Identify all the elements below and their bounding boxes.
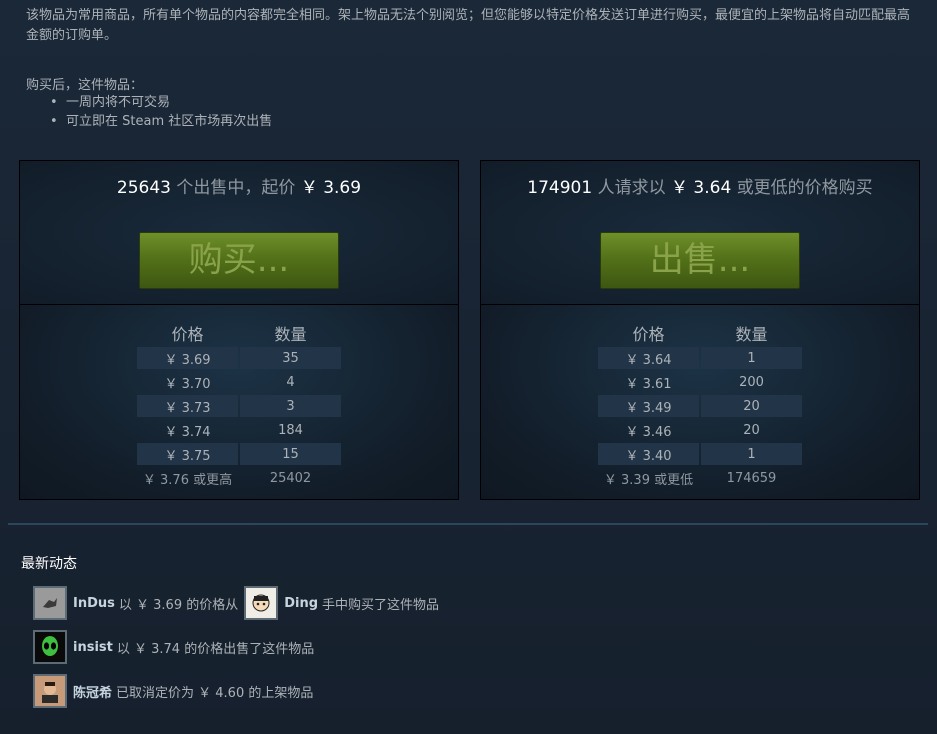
buy-order-book: 价格 数量 ￥ 3.64 1 ￥ 3.61 200 ￥ 3.49 20 ￥ 3.… bbox=[481, 305, 919, 499]
avatar-icon[interactable] bbox=[33, 586, 67, 620]
table-row: ￥ 3.76 或更高 25402 bbox=[137, 467, 341, 489]
table-row: ￥ 3.73 3 bbox=[137, 395, 341, 417]
price-cell: ￥ 3.75 bbox=[137, 443, 238, 465]
price-cell: ￥ 3.74 bbox=[164, 424, 211, 440]
after-purchase-list: 一周内将不可交易 可立即在 Steam 社区市场再次出售 bbox=[50, 93, 272, 131]
buy-panel-header: 174901 人请求以 ￥ 3.64 或更低的价格购买 出售... bbox=[481, 161, 919, 305]
quantity-cell: 15 bbox=[240, 443, 341, 465]
buy-headline-text: 人请求以 bbox=[597, 178, 666, 198]
table-row: ￥ 3.40 1 bbox=[598, 443, 802, 465]
quantity-column-header: 数量 bbox=[735, 325, 768, 344]
activity-username[interactable]: Ding bbox=[284, 596, 318, 611]
table-row: ￥ 3.39 或更低 174659 bbox=[598, 467, 802, 489]
activity-title: 最新动态 bbox=[21, 556, 77, 572]
buy-headline: 174901 人请求以 ￥ 3.64 或更低的价格购买 bbox=[481, 173, 919, 198]
activity-item: insist 以 ￥ 3.74 的价格出售了这件物品 bbox=[33, 630, 314, 664]
table-row: ￥ 3.75 15 bbox=[137, 443, 341, 465]
quantity-cell: 1 bbox=[701, 347, 802, 369]
table-row: ￥ 3.69 35 bbox=[137, 347, 341, 369]
sell-panel-header: 25643 个出售中，起价 ￥ 3.69 购买... bbox=[20, 161, 458, 305]
quantity-cell: 174659 bbox=[726, 470, 777, 486]
activity-username[interactable]: 陈冠希 bbox=[73, 682, 112, 701]
sell-order-book: 价格 数量 ￥ 3.69 35 ￥ 3.70 4 ￥ 3.73 3 ￥ 3.74… bbox=[20, 305, 458, 499]
quantity-cell: 20 bbox=[701, 395, 802, 417]
avatar-icon[interactable] bbox=[33, 674, 67, 708]
activity-text: 以 ￥ 3.74 的价格出售了这件物品 bbox=[116, 641, 315, 657]
buy-button[interactable]: 购买... bbox=[139, 232, 339, 289]
market-description: 该物品为常用商品，所有单个物品的内容都完全相同。架上物品无法个别阅览；但您能够以… bbox=[26, 8, 911, 43]
table-row: ￥ 3.74 184 bbox=[137, 419, 341, 441]
buy-order-table: 价格 数量 ￥ 3.64 1 ￥ 3.61 200 ￥ 3.49 20 ￥ 3.… bbox=[596, 319, 804, 491]
table-row: ￥ 3.61 200 bbox=[598, 371, 802, 393]
activity-username[interactable]: insist bbox=[73, 640, 113, 655]
sell-listings-panel: 25643 个出售中，起价 ￥ 3.69 购买... 价格 数量 ￥ 3.69 … bbox=[19, 160, 459, 500]
after-purchase-item: 可立即在 Steam 社区市场再次出售 bbox=[50, 112, 272, 131]
avatar-icon[interactable] bbox=[244, 586, 279, 620]
buy-count: 174901 bbox=[527, 178, 593, 198]
price-cell: ￥ 3.64 bbox=[598, 347, 699, 369]
price-cell: ￥ 3.73 bbox=[137, 395, 238, 417]
price-cell: ￥ 3.46 bbox=[625, 424, 672, 440]
quantity-cell: 3 bbox=[240, 395, 341, 417]
section-divider bbox=[8, 523, 928, 525]
price-cell: ￥ 3.49 bbox=[598, 395, 699, 417]
activity-text: 手中购买了这件物品 bbox=[322, 597, 440, 613]
table-row: ￥ 3.46 20 bbox=[598, 419, 802, 441]
sell-button[interactable]: 出售... bbox=[600, 232, 800, 289]
sell-start-price: ￥ 3.69 bbox=[300, 178, 362, 198]
buy-max-price: ￥ 3.64 bbox=[671, 178, 732, 198]
quantity-cell: 35 bbox=[240, 347, 341, 369]
activity-text: 以 ￥ 3.69 的价格从 bbox=[118, 597, 239, 613]
sell-order-table: 价格 数量 ￥ 3.69 35 ￥ 3.70 4 ￥ 3.73 3 ￥ 3.74… bbox=[135, 319, 343, 491]
buy-headline-text-2: 或更低的价格购买 bbox=[736, 178, 873, 198]
alien-avatar-icon[interactable] bbox=[33, 630, 67, 664]
price-cell: ￥ 3.39 或更低 bbox=[603, 472, 694, 488]
after-purchase-title: 购买后，这件物品： bbox=[26, 78, 144, 93]
quantity-cell: 20 bbox=[743, 422, 760, 438]
activity-item: InDus 以 ￥ 3.69 的价格从 Ding 手中购买了这件物品 bbox=[33, 586, 439, 620]
quantity-cell: 1 bbox=[701, 443, 802, 465]
price-column-header: 价格 bbox=[632, 325, 665, 344]
quantity-cell: 4 bbox=[286, 374, 295, 390]
price-cell: ￥ 3.70 bbox=[164, 376, 211, 392]
price-column-header: 价格 bbox=[171, 325, 204, 344]
quantity-cell: 25402 bbox=[269, 470, 312, 486]
price-cell: ￥ 3.69 bbox=[137, 347, 238, 369]
activity-username[interactable]: InDus bbox=[73, 596, 115, 611]
table-row: ￥ 3.70 4 bbox=[137, 371, 341, 393]
sell-headline-text: 个出售中，起价 bbox=[176, 178, 296, 198]
table-row: ￥ 3.49 20 bbox=[598, 395, 802, 417]
after-purchase-item: 一周内将不可交易 bbox=[50, 93, 272, 112]
quantity-column-header: 数量 bbox=[274, 325, 307, 344]
price-cell: ￥ 3.61 bbox=[625, 376, 672, 392]
quantity-cell: 200 bbox=[739, 374, 764, 390]
quantity-cell: 184 bbox=[278, 422, 303, 438]
sell-count: 25643 bbox=[116, 178, 171, 198]
buy-orders-panel: 174901 人请求以 ￥ 3.64 或更低的价格购买 出售... 价格 数量 … bbox=[480, 160, 920, 500]
price-cell: ￥ 3.40 bbox=[598, 443, 699, 465]
sell-headline: 25643 个出售中，起价 ￥ 3.69 bbox=[20, 173, 458, 198]
price-cell: ￥ 3.76 或更高 bbox=[142, 472, 233, 488]
table-row: ￥ 3.64 1 bbox=[598, 347, 802, 369]
activity-text: 已取消定价为 ￥ 4.60 的上架物品 bbox=[116, 685, 314, 701]
activity-item: 陈冠希 已取消定价为 ￥ 4.60 的上架物品 bbox=[33, 674, 313, 708]
